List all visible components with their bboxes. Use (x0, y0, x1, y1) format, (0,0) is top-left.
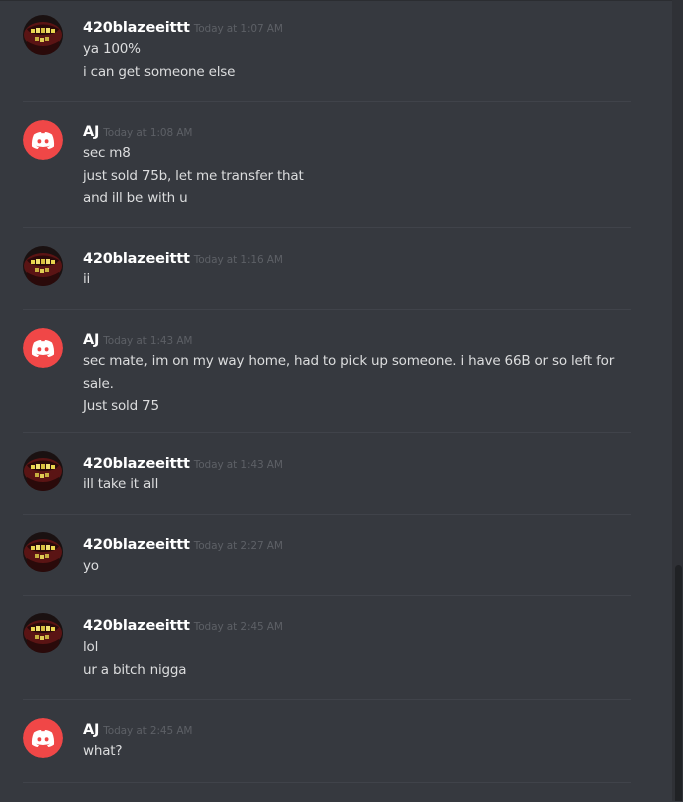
scrollbar-thumb[interactable] (675, 565, 682, 801)
timestamp[interactable]: Today at 1:16 AM (194, 254, 283, 266)
message-line: and ill be with u (83, 190, 188, 206)
user-avatar[interactable] (23, 246, 63, 286)
username[interactable]: AJ (83, 124, 99, 140)
username[interactable]: 420blazeeittt (83, 537, 190, 553)
message-divider (23, 514, 631, 515)
timestamp[interactable]: Today at 1:08 AM (103, 127, 192, 139)
user-avatar[interactable] (23, 613, 63, 653)
skull-mouth-icon (23, 532, 63, 572)
timestamp[interactable]: Today at 2:45 AM (194, 621, 283, 633)
discord-logo-icon (23, 718, 63, 758)
timestamp[interactable]: Today at 1:43 AM (194, 459, 283, 471)
message-divider (23, 432, 631, 433)
message-divider (23, 699, 631, 700)
message-line: just sold 75b, let me transfer that (83, 167, 304, 184)
user-avatar[interactable] (23, 120, 63, 160)
message-line: Just sold 75 (83, 398, 159, 414)
message-divider (23, 227, 631, 228)
user-avatar[interactable] (23, 15, 63, 55)
message-line: ur a bitch nigga (83, 661, 187, 678)
message-divider (23, 595, 631, 596)
message-line: ii (83, 271, 91, 287)
user-avatar[interactable] (23, 532, 63, 572)
message-line: ill take it all (83, 476, 159, 492)
message-line: i can get someone else (83, 63, 236, 80)
user-avatar[interactable] (23, 451, 63, 491)
message-line: sec m8 (83, 145, 131, 161)
skull-mouth-icon (23, 246, 63, 286)
skull-mouth-icon (23, 451, 63, 491)
username[interactable]: AJ (83, 332, 99, 348)
skull-mouth-icon (23, 15, 63, 55)
timestamp[interactable]: Today at 1:07 AM (194, 23, 283, 35)
timestamp[interactable]: Today at 2:45 AM (103, 725, 192, 737)
message-line: ya 100% (83, 41, 141, 57)
message-list[interactable]: 420blazeeittt Today at 1:07 AM ya 100% i … (0, 0, 672, 802)
timestamp[interactable]: Today at 2:27 AM (194, 540, 283, 552)
message-line: yo (83, 558, 99, 574)
username[interactable]: 420blazeeittt (83, 618, 190, 634)
message-divider (23, 782, 631, 783)
message-divider (23, 309, 631, 310)
message-line: sec mate, im on my way home, had to pick… (83, 353, 615, 369)
user-avatar[interactable] (23, 718, 63, 758)
discord-logo-icon (23, 328, 63, 368)
message-line: lol (83, 639, 99, 655)
skull-mouth-icon (23, 613, 63, 653)
discord-logo-icon (23, 120, 63, 160)
user-avatar[interactable] (23, 328, 63, 368)
message-line: what? (83, 743, 123, 759)
username[interactable]: 420blazeeittt (83, 251, 190, 267)
username[interactable]: 420blazeeittt (83, 456, 190, 472)
timestamp[interactable]: Today at 1:43 AM (103, 335, 192, 347)
username[interactable]: 420blazeeittt (83, 20, 190, 36)
username[interactable]: AJ (83, 722, 99, 738)
message-divider (23, 101, 631, 102)
message-line: sale. (83, 375, 114, 392)
